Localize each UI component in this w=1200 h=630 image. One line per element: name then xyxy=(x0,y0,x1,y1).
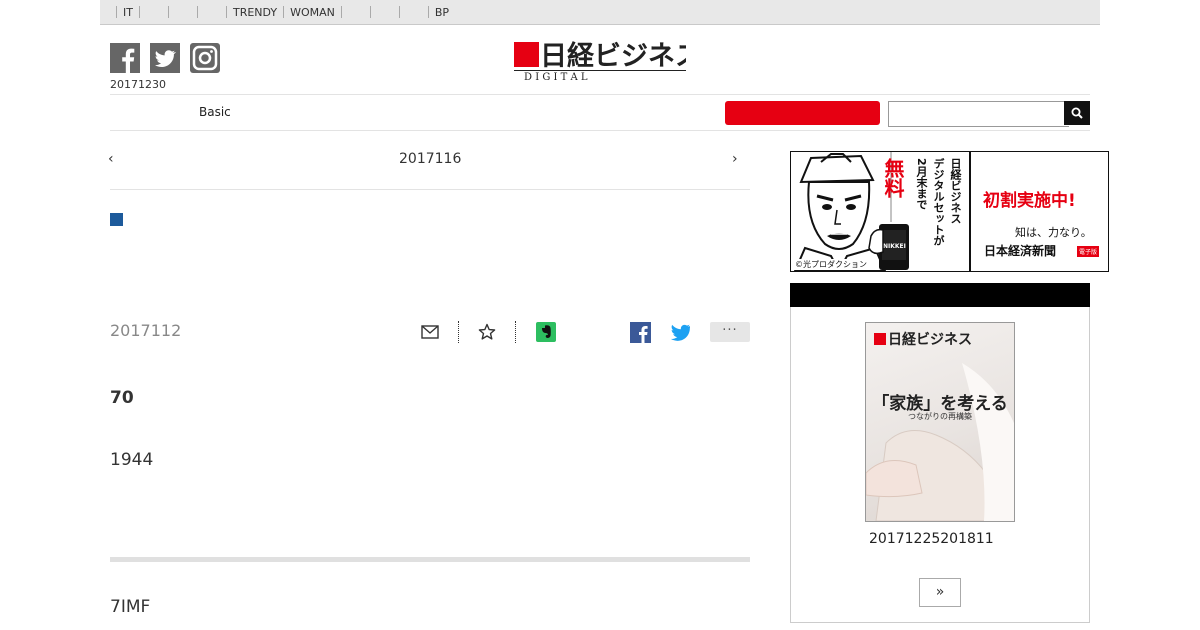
ad-vertical-text: 日経ビジネス xyxy=(949,158,962,224)
facebook-icon[interactable] xyxy=(110,43,140,73)
twitter-share-icon[interactable] xyxy=(669,322,691,342)
article-paragraph: 7IMF xyxy=(110,597,151,617)
cover-photo xyxy=(866,363,1014,521)
prev-article-button[interactable]: ‹ xyxy=(108,151,114,167)
logo-text: 日経ビジネス xyxy=(540,40,686,72)
ad-free-label: 無料 xyxy=(881,158,905,198)
ad-vertical-text: デジタルセットが xyxy=(932,158,945,246)
sidebar-ad-banner[interactable]: NIKKEI 日経ビジネス デジタルセットが 2月末まで 無料 ©光プロダクショ… xyxy=(790,151,1109,272)
article-paragraph: 1944 xyxy=(110,450,154,470)
next-article-button[interactable]: › xyxy=(732,151,738,167)
facebook-share-icon[interactable] xyxy=(629,321,651,343)
ad-vertical-text: 2月末まで xyxy=(915,158,928,210)
issue-date: 20171225201811 xyxy=(869,531,994,547)
magazine-box-header xyxy=(790,283,1090,307)
ad-headline: 初割実施中! xyxy=(983,191,1076,211)
top-nav: IT TRENDY WOMAN BP xyxy=(116,0,455,24)
search-icon xyxy=(1071,107,1083,119)
cover-subheadline: つながりの再構築 xyxy=(908,412,972,421)
section-divider xyxy=(110,557,750,562)
top-nav-item-woman[interactable]: WOMAN xyxy=(284,6,341,19)
more-share-button[interactable]: ··· xyxy=(710,322,750,342)
top-nav-item-bp[interactable]: BP xyxy=(429,6,455,19)
star-icon[interactable] xyxy=(477,322,497,342)
basic-link[interactable]: Basic xyxy=(199,105,231,119)
article-divider xyxy=(110,189,750,190)
site-logo[interactable]: 日経ビジネス D I G I T A L xyxy=(514,36,702,83)
instagram-icon[interactable] xyxy=(190,43,220,73)
search-input[interactable] xyxy=(888,101,1069,127)
subnav-divider xyxy=(110,130,1090,131)
magazine-cover[interactable]: 日経ビジネス 「家族」を考える つながりの再構築 xyxy=(865,322,1015,522)
logo-subtext: D I G I T A L xyxy=(524,72,588,82)
search-button[interactable] xyxy=(1064,101,1090,125)
ad-tagline: 知は、力なり。 xyxy=(1015,226,1092,239)
series-title: 2017116 xyxy=(399,151,462,167)
mail-icon[interactable] xyxy=(420,322,440,342)
tool-separator xyxy=(515,321,516,343)
twitter-icon[interactable] xyxy=(150,43,180,73)
ad-illustration: NIKKEI 日経ビジネス デジタルセットが 2月末まで 無料 ©光プロダクショ… xyxy=(791,152,971,271)
magazine-more-button[interactable]: » xyxy=(919,578,961,607)
ad-badge: 電子版 xyxy=(1077,246,1100,257)
ad-brand: 日本経済新聞 xyxy=(984,244,1057,258)
tool-separator xyxy=(458,321,459,343)
top-nav-item[interactable]: IT xyxy=(117,6,139,19)
subscribe-button[interactable] xyxy=(725,101,880,125)
ad-credit: ©光プロダクション xyxy=(793,259,869,270)
publish-date: 2017112 xyxy=(110,321,182,340)
top-nav-item-trendy[interactable]: TRENDY xyxy=(227,6,283,19)
article-lead: 70 xyxy=(110,388,134,408)
header-divider xyxy=(110,94,1090,95)
svg-text:NIKKEI: NIKKEI xyxy=(883,243,906,250)
evernote-icon[interactable] xyxy=(536,322,556,342)
header-date: 20171230 xyxy=(110,78,166,91)
top-bar: IT TRENDY WOMAN BP xyxy=(100,0,1100,25)
category-marker xyxy=(110,213,123,226)
